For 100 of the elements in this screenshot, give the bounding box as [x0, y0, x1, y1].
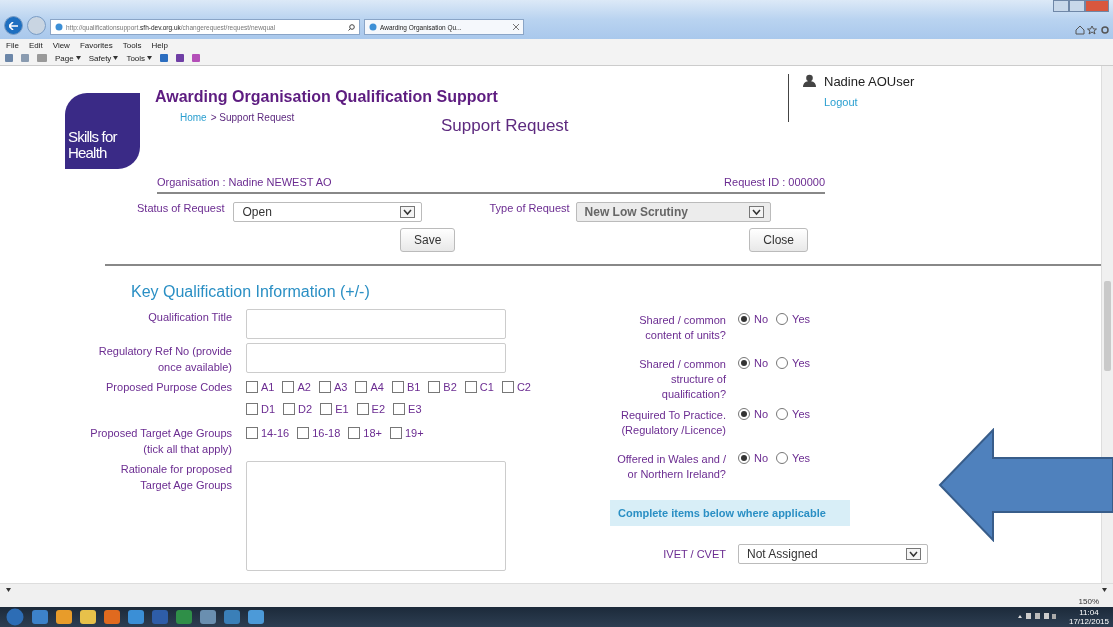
- command-button[interactable]: Safety: [88, 53, 119, 63]
- checkbox[interactable]: [297, 427, 310, 439]
- menu-item[interactable]: View: [52, 40, 70, 50]
- checkbox-label: 19+: [404, 427, 424, 439]
- checkbox-label: B1: [406, 381, 421, 393]
- checkbox-label: 14-16: [261, 427, 290, 439]
- checkbox-label: A4: [370, 381, 384, 393]
- field-label: Shared / common structure of qualification?: [638, 357, 726, 402]
- dropdown-arrow-icon: [748, 206, 764, 218]
- checkbox-label: 18+: [363, 427, 382, 439]
- text-field[interactable]: [246, 343, 506, 373]
- dropdown-arrow-icon: [400, 206, 416, 218]
- field-label: Offered in Wales and / or Northern Ireland?: [616, 452, 726, 482]
- caret-icon: [113, 56, 119, 60]
- checkbox-label: D1: [261, 403, 276, 415]
- checkbox[interactable]: [501, 381, 514, 393]
- tray-icons[interactable]: [1016, 612, 1057, 620]
- checkbox-label: C1: [479, 381, 494, 393]
- checkbox-label: B2: [443, 381, 457, 393]
- menu-item[interactable]: Favorites: [79, 40, 113, 50]
- checkbox-label: A2: [297, 381, 311, 393]
- close-icon[interactable]: [513, 24, 519, 30]
- checkbox[interactable]: [389, 427, 402, 439]
- checkbox[interactable]: [320, 403, 333, 415]
- page-icon: [369, 23, 377, 31]
- field-label: IVET / CVET: [662, 546, 726, 562]
- save-button[interactable]: Save: [400, 228, 456, 252]
- menu-item[interactable]: Help: [151, 40, 168, 50]
- checkbox[interactable]: [348, 427, 361, 439]
- radio-label: No: [754, 452, 769, 464]
- user-name: Nadine AOUser: [824, 74, 915, 89]
- field-label: Proposed Purpose Codes: [105, 380, 232, 395]
- field-label: Qualification Title: [147, 310, 232, 325]
- checkbox-label: E1: [335, 403, 349, 415]
- checkbox-label: D2: [298, 403, 313, 415]
- organisation-text: Organisation : Nadine NEWEST AO: [157, 176, 332, 188]
- menu-item[interactable]: File: [6, 40, 19, 50]
- field-label: Type of Request: [489, 202, 570, 214]
- request-id: Request ID : 000000: [724, 176, 825, 188]
- radio-label: Yes: [792, 408, 810, 420]
- menu-item[interactable]: Tools: [122, 40, 142, 50]
- dropdown-arrow-icon: [906, 548, 921, 560]
- command-button[interactable]: Tools: [126, 53, 153, 63]
- menu-item[interactable]: Edit: [28, 40, 43, 50]
- checkbox[interactable]: [246, 381, 258, 393]
- checkbox[interactable]: [356, 403, 369, 415]
- dropdown[interactable]: Not Assigned: [738, 544, 928, 564]
- page-heading: Support Request: [441, 116, 569, 136]
- radio-label: Yes: [792, 357, 810, 369]
- logo-text: Skills for Health: [68, 129, 117, 161]
- caret-icon: [75, 56, 81, 60]
- search-icon: [348, 23, 355, 31]
- checkbox-label: A1: [261, 381, 275, 393]
- clock: 11:04 17/12/2015: [1068, 608, 1110, 626]
- field-label: Proposed Target Age Groups (tick all that apply): [89, 426, 232, 457]
- zoom-level[interactable]: 150%: [1078, 597, 1099, 606]
- field-label: Status of Request: [137, 202, 225, 214]
- scroll-left-icon: [6, 588, 11, 592]
- page-icon: [55, 23, 63, 31]
- arrow-icon: [9, 21, 18, 30]
- radio-label: No: [754, 408, 769, 420]
- checkbox-label: A3: [333, 381, 348, 393]
- checkbox[interactable]: [246, 427, 258, 439]
- radio-label: No: [754, 357, 769, 369]
- minimize-button[interactable]: [1053, 0, 1069, 12]
- site-title: Awarding Organisation Qualification Support: [155, 88, 499, 106]
- checkbox[interactable]: [283, 403, 296, 415]
- checkbox-label: C2: [516, 381, 531, 393]
- back-button[interactable]: [4, 16, 23, 35]
- checkbox[interactable]: [318, 381, 331, 393]
- dropdown[interactable]: Open: [233, 202, 423, 222]
- close-button[interactable]: Close: [749, 228, 809, 252]
- checkbox[interactable]: [246, 403, 258, 415]
- checkbox[interactable]: [355, 381, 368, 393]
- checkbox[interactable]: [428, 381, 441, 393]
- checkbox-label: 16-18: [312, 427, 341, 439]
- toolbar-icons[interactable]: [1075, 25, 1109, 35]
- scroll-right-icon: [1102, 588, 1107, 592]
- radio-label: Yes: [792, 452, 810, 464]
- start-button[interactable]: [6, 608, 24, 626]
- checkbox-label: E3: [408, 403, 422, 415]
- radio-label: No: [754, 313, 769, 325]
- checkbox[interactable]: [282, 381, 295, 393]
- user-icon: [803, 74, 816, 87]
- caret-icon: [147, 56, 153, 60]
- checkbox[interactable]: [464, 381, 477, 393]
- field-label: Required To Practice. (Regulatory /Licence): [620, 408, 726, 438]
- checkbox[interactable]: [391, 381, 404, 393]
- command-button[interactable]: Page: [55, 53, 81, 63]
- checkbox-label: E2: [371, 403, 386, 415]
- checkbox[interactable]: [393, 403, 406, 415]
- text-field[interactable]: [246, 309, 506, 339]
- breadcrumb-text: > Support Request: [210, 112, 295, 123]
- section-title[interactable]: Key Qualification Information (+/-): [131, 283, 1101, 301]
- radio-label: Yes: [792, 313, 810, 325]
- scrollbar-thumb[interactable]: [1104, 281, 1111, 371]
- field-label: Rationale for proposed Target Age Groups: [119, 462, 232, 493]
- field-label: Regulatory Ref No (provide once available): [97, 344, 232, 375]
- maximize-button[interactable]: [1069, 0, 1085, 12]
- notice-banner: Complete items below where applicable: [610, 500, 850, 526]
